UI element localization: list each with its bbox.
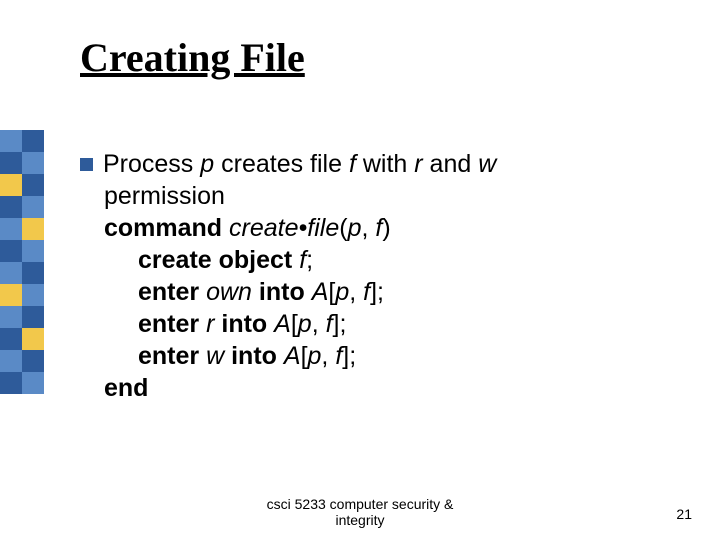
bullet-icon (80, 158, 93, 171)
text: into (224, 342, 284, 370)
text: [ (301, 342, 308, 370)
text: ( (339, 214, 347, 242)
text: w (478, 150, 496, 178)
text: A (274, 310, 291, 338)
text: command (104, 214, 229, 242)
text: ]; (333, 310, 347, 338)
text: , (349, 278, 363, 306)
text: and (423, 150, 479, 178)
text: own (206, 278, 252, 306)
text: p (200, 150, 214, 178)
text: [ (291, 310, 298, 338)
text: p (308, 342, 322, 370)
text: r (414, 150, 422, 178)
slide-body: Process p creates file f with r and w pe… (80, 148, 660, 404)
text: , (361, 214, 375, 242)
text: , (312, 310, 326, 338)
text: f (349, 150, 356, 178)
text: p (348, 214, 362, 242)
text: ) (382, 214, 390, 242)
footer-line: integrity (335, 512, 384, 528)
slide-title: Creating File (80, 34, 305, 81)
text: w (206, 342, 224, 370)
text: enter (138, 278, 206, 306)
text: p (298, 310, 312, 338)
text: ; (306, 246, 313, 274)
footer-line: csci 5233 computer security & (267, 496, 454, 512)
text: ]; (342, 342, 356, 370)
text: creates file (214, 150, 349, 178)
text: end (104, 374, 148, 402)
text: create object (138, 246, 299, 274)
text: A (284, 342, 301, 370)
text: f (326, 310, 333, 338)
text: Process (103, 150, 200, 178)
text: into (252, 278, 312, 306)
text: into (214, 310, 274, 338)
text: ]; (370, 278, 384, 306)
text: , (321, 342, 335, 370)
text: A (312, 278, 329, 306)
text: p (335, 278, 349, 306)
decorative-sidebar (0, 130, 44, 394)
text: permission (104, 182, 225, 210)
slide-footer: csci 5233 computer security & integrity (0, 496, 720, 528)
text: with (356, 150, 414, 178)
text: create•file (229, 214, 339, 242)
text: enter (138, 342, 206, 370)
text: enter (138, 310, 206, 338)
page-number: 21 (676, 506, 692, 522)
